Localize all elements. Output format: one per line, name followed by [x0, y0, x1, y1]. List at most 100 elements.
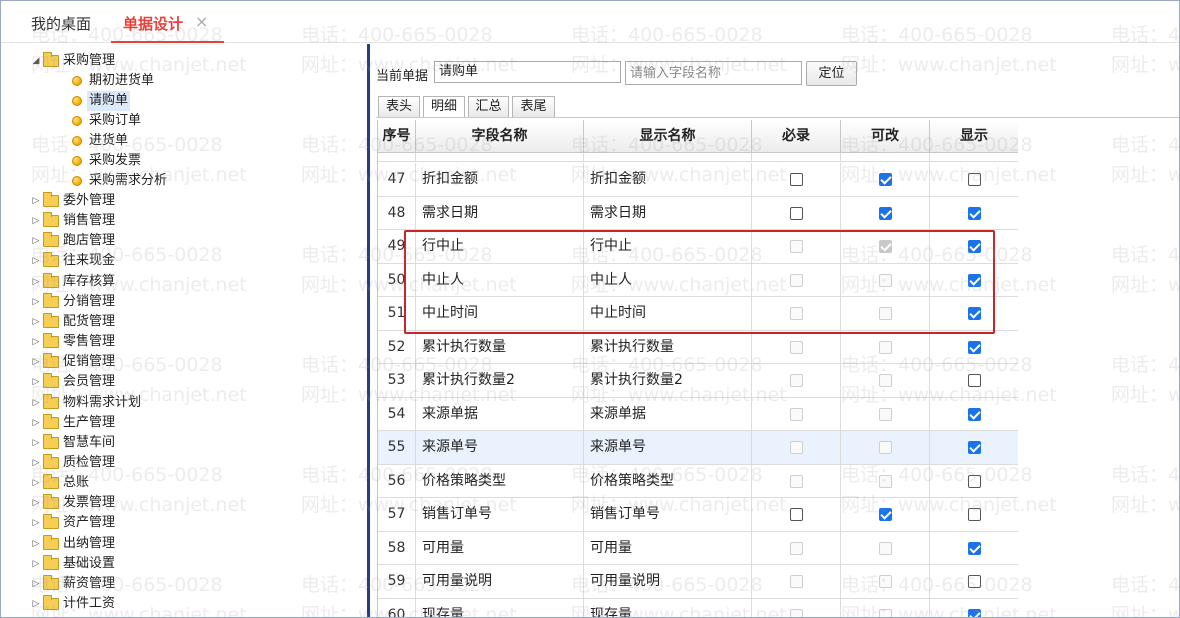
table-row[interactable]: 51 中止时间 中止时间	[378, 297, 1018, 331]
display-name[interactable]: 可用量	[584, 531, 752, 564]
table-row[interactable]: 50 中止人 中止人	[378, 263, 1018, 297]
folder-icon	[43, 373, 59, 389]
show-checkbox[interactable]	[968, 441, 981, 455]
row-number: 58	[378, 531, 416, 564]
collapsed-arrow-icon[interactable]: ▷	[31, 332, 41, 352]
tab-my-desktop[interactable]: 我的桌面	[31, 13, 91, 34]
editable-checkbox[interactable]	[879, 206, 892, 220]
document-dot-icon	[72, 136, 82, 146]
show-checkbox[interactable]	[968, 240, 981, 254]
subtab-0[interactable]: 表头	[378, 96, 420, 118]
editable-checkbox[interactable]	[879, 508, 892, 522]
required-checkbox[interactable]	[790, 173, 803, 187]
show-checkbox[interactable]	[968, 307, 981, 321]
column-header[interactable]: 必录	[752, 120, 841, 153]
display-name[interactable]: 累计执行数量2	[584, 364, 752, 397]
show-checkbox[interactable]	[968, 474, 981, 488]
close-tab-icon[interactable]: ×	[195, 12, 208, 31]
field-name: 行中止	[416, 230, 584, 263]
collapsed-arrow-icon[interactable]: ▷	[31, 493, 41, 513]
document-dot-icon	[72, 176, 82, 186]
display-name[interactable]: 现存量	[584, 598, 752, 617]
current-document-field[interactable]: 请购单	[434, 61, 621, 83]
collapsed-arrow-icon[interactable]: ▷	[31, 191, 41, 211]
show-checkbox[interactable]	[968, 508, 981, 522]
row-number: 59	[378, 565, 416, 598]
expanded-arrow-icon[interactable]: ◢	[31, 51, 41, 71]
collapsed-arrow-icon[interactable]: ▷	[31, 393, 41, 413]
subtab-3[interactable]: 表尾	[512, 96, 555, 118]
required-checkbox[interactable]	[790, 508, 803, 522]
collapsed-arrow-icon[interactable]: ▷	[31, 513, 41, 533]
folder-icon	[43, 252, 59, 268]
show-checkbox[interactable]	[968, 173, 981, 187]
display-name[interactable]: 中止时间	[584, 297, 752, 330]
column-header[interactable]: 字段名称	[416, 120, 584, 153]
collapsed-arrow-icon[interactable]: ▷	[31, 352, 41, 372]
editable-checkbox[interactable]	[879, 173, 892, 187]
column-header[interactable]: 序号	[378, 120, 416, 153]
collapsed-arrow-icon[interactable]: ▷	[31, 272, 41, 292]
show-checkbox[interactable]	[968, 374, 981, 388]
table-row[interactable]: 55 来源单号 来源单号	[378, 431, 1018, 465]
column-header[interactable]: 显示	[930, 120, 1018, 153]
field-search-input[interactable]	[625, 61, 802, 85]
collapsed-arrow-icon[interactable]: ▷	[31, 211, 41, 231]
show-checkbox[interactable]	[968, 340, 981, 354]
table-row[interactable]: 52 累计执行数量 累计执行数量	[378, 330, 1018, 364]
display-name[interactable]: 销售订单号	[584, 498, 752, 531]
collapsed-arrow-icon[interactable]: ▷	[31, 292, 41, 312]
show-checkbox[interactable]	[968, 407, 981, 421]
display-name[interactable]: 折扣金额	[584, 163, 752, 196]
collapsed-arrow-icon[interactable]: ▷	[31, 372, 41, 392]
table-row[interactable]: 47 折扣金额 折扣金额	[378, 163, 1018, 197]
table-row[interactable]: 54 来源单据 来源单据	[378, 397, 1018, 431]
table-row[interactable]: 53 累计执行数量2 累计执行数量2	[378, 364, 1018, 398]
table-row[interactable]: 59 可用量说明 可用量说明	[378, 565, 1018, 599]
display-name[interactable]: 行中止	[584, 230, 752, 263]
display-name[interactable]: 可用量说明	[584, 565, 752, 598]
tree-folder-label: 分销管理	[63, 293, 116, 309]
subtab-1[interactable]: 明细	[423, 96, 465, 118]
show-checkbox[interactable]	[968, 206, 981, 220]
required-cell	[752, 163, 841, 196]
table-row[interactable]: 48 需求日期 需求日期	[378, 196, 1018, 230]
display-name[interactable]: 来源单据	[584, 397, 752, 430]
collapsed-arrow-icon[interactable]: ▷	[31, 231, 41, 251]
grid-header: 序号 字段名称 显示名称 必录 可改 显示	[378, 120, 1018, 153]
locate-button[interactable]: 定位	[806, 61, 857, 86]
table-row[interactable]: 57 销售订单号 销售订单号	[378, 498, 1018, 532]
column-header[interactable]: 显示名称	[584, 120, 752, 153]
collapsed-arrow-icon[interactable]: ▷	[31, 534, 41, 554]
table-row[interactable]: 49 行中止 行中止	[378, 230, 1018, 264]
collapsed-arrow-icon[interactable]: ▷	[31, 251, 41, 271]
show-cell	[930, 565, 1018, 598]
display-name[interactable]: 需求日期	[584, 196, 752, 229]
subtab-2[interactable]: 汇总	[468, 96, 509, 118]
display-name[interactable]: 价格策略类型	[584, 464, 752, 497]
display-name[interactable]: 累计执行数量	[584, 330, 752, 363]
collapsed-arrow-icon[interactable]: ▷	[31, 574, 41, 594]
collapsed-arrow-icon[interactable]: ▷	[31, 554, 41, 574]
show-checkbox[interactable]	[968, 575, 981, 589]
show-cell	[930, 331, 1018, 364]
collapsed-arrow-icon[interactable]: ▷	[31, 413, 41, 433]
display-name[interactable]: 来源单号	[584, 431, 752, 464]
table-row[interactable]: 58 可用量 可用量	[378, 531, 1018, 565]
table-row[interactable]: 56 价格策略类型 价格策略类型	[378, 464, 1018, 498]
show-checkbox[interactable]	[968, 608, 981, 617]
show-cell	[930, 599, 1018, 617]
tab-document-design[interactable]: 单据设计	[110, 13, 225, 43]
collapsed-arrow-icon[interactable]: ▷	[31, 594, 41, 614]
column-header[interactable]: 可改	[841, 120, 930, 153]
collapsed-arrow-icon[interactable]: ▷	[31, 473, 41, 493]
collapsed-arrow-icon[interactable]: ▷	[31, 433, 41, 453]
collapsed-arrow-icon[interactable]: ▷	[31, 453, 41, 473]
show-checkbox[interactable]	[968, 541, 981, 555]
required-checkbox[interactable]	[790, 206, 803, 220]
table-row[interactable]: 60 现存量 现存量	[378, 598, 1018, 617]
collapsed-arrow-icon[interactable]: ▷	[31, 312, 41, 332]
show-checkbox[interactable]	[968, 273, 981, 287]
row-number: 55	[378, 431, 416, 464]
display-name[interactable]: 中止人	[584, 263, 752, 296]
